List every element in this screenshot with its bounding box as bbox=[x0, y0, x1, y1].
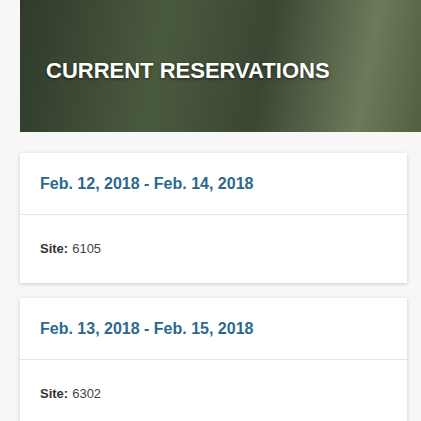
reservation-card[interactable]: Feb. 12, 2018 - Feb. 14, 2018 Site:6105 bbox=[20, 153, 407, 283]
site-number: 6302 bbox=[72, 384, 101, 404]
card-header: Feb. 12, 2018 - Feb. 14, 2018 bbox=[20, 153, 407, 215]
site-number: 6105 bbox=[72, 239, 101, 259]
reservation-card[interactable]: Feb. 13, 2018 - Feb. 15, 2018 Site:6302 bbox=[20, 298, 407, 421]
card-body: Site:6302 bbox=[20, 360, 407, 421]
card-header: Feb. 13, 2018 - Feb. 15, 2018 bbox=[20, 298, 407, 360]
page-title: CURRENT RESERVATIONS bbox=[46, 57, 330, 85]
reservation-dates[interactable]: Feb. 13, 2018 - Feb. 15, 2018 bbox=[40, 317, 253, 341]
reservation-dates[interactable]: Feb. 12, 2018 - Feb. 14, 2018 bbox=[40, 172, 253, 196]
site-label: Site: bbox=[40, 239, 68, 259]
card-body: Site:6105 bbox=[20, 215, 407, 283]
reservation-list: Feb. 12, 2018 - Feb. 14, 2018Site:6105Fe… bbox=[20, 153, 407, 421]
site-label: Site: bbox=[40, 384, 68, 404]
header-banner: CURRENT RESERVATIONS bbox=[20, 0, 421, 132]
